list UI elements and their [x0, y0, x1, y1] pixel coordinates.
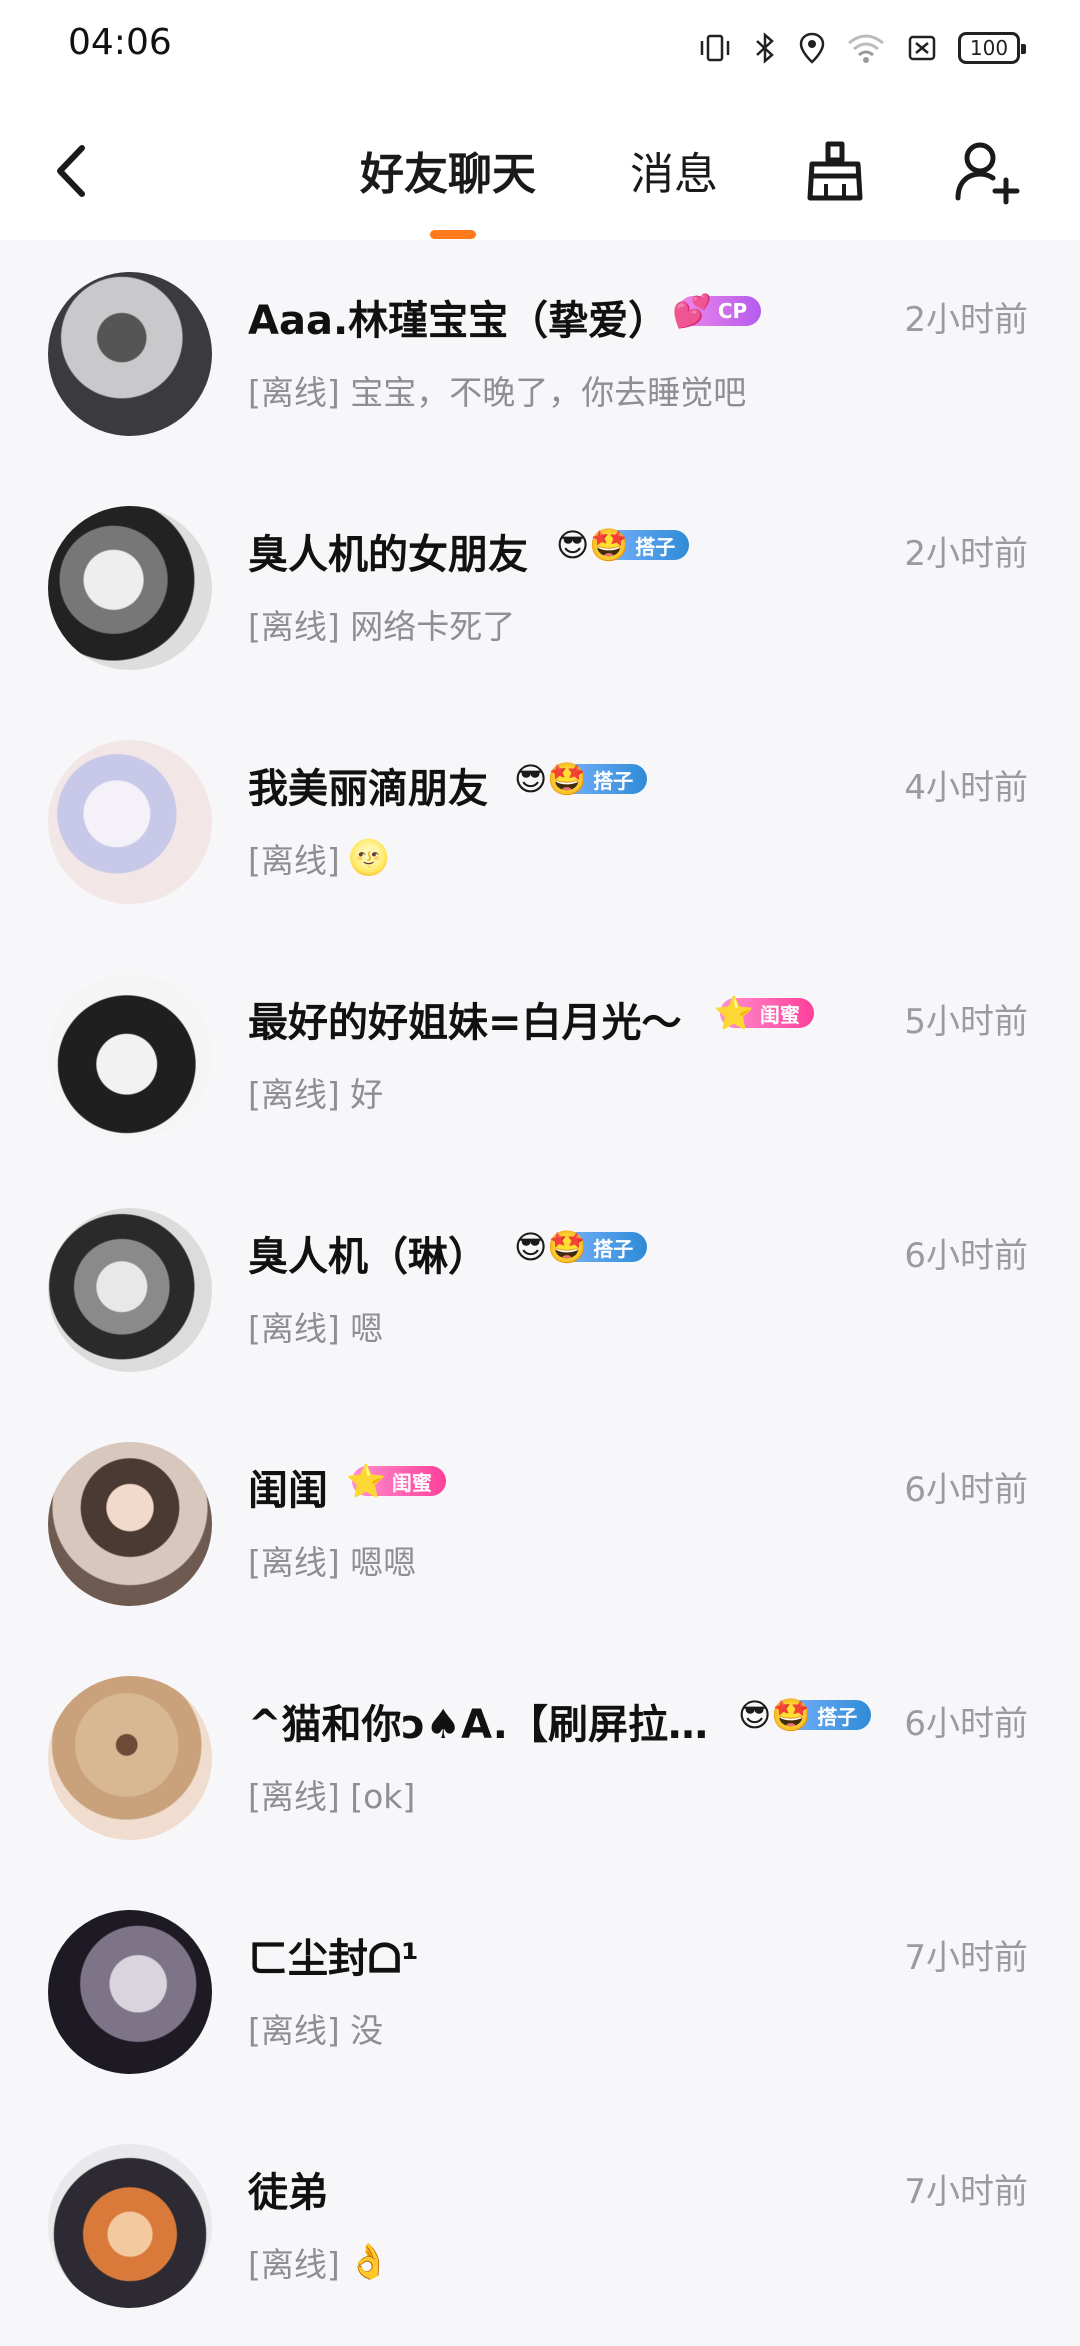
- status-time: 04:06: [68, 22, 172, 63]
- message-time: 2小时前: [904, 534, 1028, 574]
- battery-icon: 100: [958, 32, 1026, 64]
- badge-star-icon: ⭐: [346, 1462, 386, 1500]
- badge-cool-emoji-icon: 😎🤩: [514, 760, 588, 798]
- message-time: 6小时前: [904, 1470, 1028, 1510]
- message-preview: [离线] 嗯嗯: [248, 1536, 416, 1584]
- relationship-badge: 😎🤩 搭子: [556, 526, 690, 564]
- avatar[interactable]: [48, 1676, 212, 1840]
- top-nav: 好友聊天 消息: [0, 96, 1080, 240]
- no-sim-icon: [908, 35, 936, 61]
- preview-text: [离线]: [248, 2245, 340, 2284]
- avatar[interactable]: [48, 1910, 212, 2074]
- badge-cool-emoji-icon: 😎🤩: [556, 526, 630, 564]
- message-time: 5小时前: [904, 1002, 1028, 1042]
- ok-hand-emoji-icon: 👌: [347, 2242, 391, 2282]
- avatar[interactable]: [48, 974, 212, 1138]
- preview-text: [离线] 网络卡死了: [248, 607, 516, 646]
- preview-text: [离线] 宝宝，不晚了，你去睡觉吧: [248, 373, 747, 412]
- chat-row[interactable]: 臭人机（琳） 😎🤩 搭子 6小时前 [离线] 嗯: [0, 1176, 1080, 1410]
- contact-name: 最好的好姐妹=白月光～: [248, 1000, 682, 1046]
- tab-friends-chat[interactable]: 好友聊天: [360, 138, 536, 202]
- add-friend-icon[interactable]: [952, 136, 1022, 206]
- badge-cool-emoji-icon: 😎🤩: [738, 1696, 812, 1734]
- message-preview: [离线] 好: [248, 1068, 383, 1116]
- preview-text: [离线] 嗯: [248, 1309, 384, 1348]
- message-preview: [离线] 没: [248, 2004, 383, 2052]
- vibrate-icon: [700, 34, 730, 62]
- location-icon: [799, 32, 825, 64]
- avatar[interactable]: [48, 272, 212, 436]
- active-tab-indicator: [430, 230, 476, 239]
- relationship-badge: 💕 CP: [672, 292, 762, 330]
- badge-star-icon: ⭐: [714, 994, 754, 1032]
- chat-list: Aaa.林瑾宝宝（挚爱） 💕 CP 2小时前 [离线] 宝宝，不晚了，你去睡觉吧…: [0, 240, 1080, 2346]
- chat-row[interactable]: ^猫和你ɔ♠A.【刷屏拉… 😎🤩 搭子 6小时前 [离线] [ok]: [0, 1644, 1080, 1878]
- message-preview: [离线] 宝宝，不晚了，你去睡觉吧: [248, 366, 746, 414]
- contact-name: 臭人机的女朋友: [248, 532, 528, 578]
- chat-row[interactable]: 臭人机的女朋友 😎🤩 搭子 2小时前 [离线] 网络卡死了: [0, 474, 1080, 708]
- preview-text: [离线] [ok]: [248, 1777, 416, 1816]
- relationship-badge: 😎🤩 搭子: [738, 1696, 872, 1734]
- wifi-icon: [848, 34, 884, 63]
- badge-hearts-icon: 💕: [672, 292, 712, 330]
- avatar[interactable]: [48, 1442, 212, 1606]
- tab-messages[interactable]: 消息: [630, 138, 718, 202]
- chat-row[interactable]: 徒弟 7小时前 [离线] 👌: [0, 2112, 1080, 2346]
- contact-name: 徒弟: [248, 2170, 328, 2216]
- relationship-badge: 😎🤩 搭子: [514, 1228, 648, 1266]
- message-preview: [离线] 🌝: [248, 834, 390, 882]
- moon-face-emoji-icon: 🌝: [347, 838, 391, 878]
- chat-row[interactable]: Aaa.林瑾宝宝（挚爱） 💕 CP 2小时前 [离线] 宝宝，不晚了，你去睡觉吧: [0, 240, 1080, 474]
- message-time: 2小时前: [904, 300, 1028, 340]
- message-time: 7小时前: [904, 2172, 1028, 2212]
- message-time: 6小时前: [904, 1236, 1028, 1276]
- preview-text: [离线] 嗯嗯: [248, 1543, 417, 1582]
- message-time: 6小时前: [904, 1704, 1028, 1744]
- avatar[interactable]: [48, 2144, 212, 2308]
- contact-name: 臭人机（琳）: [248, 1234, 488, 1280]
- contact-name: Aaa.林瑾宝宝（挚爱）: [248, 298, 669, 344]
- chat-row[interactable]: 最好的好姐妹=白月光～ ⭐ 闺蜜 5小时前 [离线] 好: [0, 942, 1080, 1176]
- message-preview: [离线] [ok]: [248, 1770, 415, 1818]
- status-bar: 04:06 100: [0, 0, 1080, 96]
- message-preview: [离线] 嗯: [248, 1302, 383, 1350]
- broom-clean-icon[interactable]: [800, 136, 870, 206]
- message-preview: [离线] 👌: [248, 2238, 390, 2286]
- relationship-badge: ⭐ 闺蜜: [346, 1462, 446, 1500]
- chat-row[interactable]: 闺闺 ⭐ 闺蜜 6小时前 [离线] 嗯嗯: [0, 1410, 1080, 1644]
- message-time: 7小时前: [904, 1938, 1028, 1978]
- message-time: 4小时前: [904, 768, 1028, 808]
- chat-row[interactable]: ㄈ尘封ᗝ¹ 7小时前 [离线] 没: [0, 1878, 1080, 2112]
- preview-text: [离线]: [248, 841, 340, 880]
- preview-text: [离线] 没: [248, 2011, 384, 2050]
- status-icons: 100: [698, 26, 1026, 70]
- avatar[interactable]: [48, 740, 212, 904]
- relationship-badge: ⭐ 闺蜜: [714, 994, 814, 1032]
- message-preview: [离线] 网络卡死了: [248, 600, 515, 648]
- contact-name: 闺闺: [248, 1468, 328, 1514]
- contact-name: 我美丽滴朋友: [248, 766, 488, 812]
- avatar[interactable]: [48, 1208, 212, 1372]
- badge-cool-emoji-icon: 😎🤩: [514, 1228, 588, 1266]
- relationship-badge: 😎🤩 搭子: [514, 760, 648, 798]
- chat-row[interactable]: 我美丽滴朋友 😎🤩 搭子 4小时前 [离线] 🌝: [0, 708, 1080, 942]
- bluetooth-icon: [756, 32, 774, 64]
- contact-name: ㄈ尘封ᗝ¹: [248, 1936, 419, 1982]
- preview-text: [离线] 好: [248, 1075, 384, 1114]
- back-icon[interactable]: [44, 136, 104, 206]
- avatar[interactable]: [48, 506, 212, 670]
- contact-name: ^猫和你ɔ♠A.【刷屏拉…: [248, 1702, 708, 1748]
